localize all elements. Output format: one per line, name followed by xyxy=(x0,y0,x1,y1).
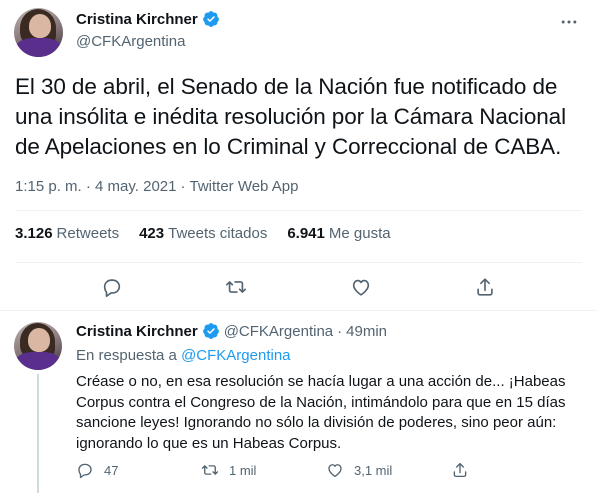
thread-line xyxy=(37,374,39,493)
retweets-count: 3.126 xyxy=(15,225,53,242)
tweet-thread: Cristina Kirchner @CFKArgentina El 30 de… xyxy=(0,0,597,493)
reply-button[interactable]: 47 xyxy=(76,461,201,479)
tweet-stats: 3.126 Retweets 423 Tweets citados 6.941 … xyxy=(15,225,391,242)
divider xyxy=(0,310,597,311)
retweet-icon[interactable] xyxy=(225,276,247,298)
share-icon xyxy=(453,462,467,478)
source-app-link[interactable]: Twitter Web App xyxy=(189,178,298,195)
tweet-timestamp[interactable]: 1:15 p. m. · 4 may. 2021 xyxy=(15,178,176,195)
avatar[interactable] xyxy=(14,8,63,57)
retweets-stat[interactable]: 3.126 Retweets xyxy=(15,225,119,242)
reply-icon xyxy=(78,463,92,479)
meta-separator: · xyxy=(337,322,343,340)
divider xyxy=(15,262,582,263)
tweet-time[interactable]: 49min xyxy=(346,323,387,340)
reply-icon[interactable] xyxy=(101,276,123,298)
retweet-icon xyxy=(201,465,219,475)
more-options-icon[interactable] xyxy=(559,12,579,32)
quotes-label: Tweets citados xyxy=(168,225,268,242)
avatar[interactable] xyxy=(14,322,62,370)
avatar-face xyxy=(28,327,51,352)
like-icon[interactable] xyxy=(350,276,372,298)
retweet-button[interactable]: 1 mil xyxy=(201,461,326,479)
verified-badge-icon xyxy=(202,323,219,339)
reply-header: Cristina Kirchner @CFKArgentina · 49min xyxy=(76,322,387,340)
quotes-stat[interactable]: 423 Tweets citados xyxy=(139,225,267,242)
like-button[interactable]: 3,1 mil xyxy=(326,461,451,479)
likes-label: Me gusta xyxy=(328,225,391,242)
reply-actions: 47 1 mil 3,1 mil xyxy=(76,458,576,482)
in-reply-mention-link[interactable]: @CFKArgentina xyxy=(181,347,290,364)
likes-stat[interactable]: 6.941 Me gusta xyxy=(287,225,390,242)
in-reply-prefix: En respuesta a xyxy=(76,347,177,364)
divider xyxy=(15,210,582,211)
verified-badge-icon xyxy=(202,11,219,27)
tweet-text: Créase o no, en esa resolución se hacía … xyxy=(76,373,566,452)
retweet-count: 1 mil xyxy=(229,462,257,478)
quotes-count: 423 xyxy=(139,225,165,242)
reply-count: 47 xyxy=(104,462,119,478)
author-name-row[interactable]: Cristina Kirchner xyxy=(76,10,220,28)
retweets-label: Retweets xyxy=(56,225,120,242)
in-reply-to: En respuesta a @CFKArgentina xyxy=(76,347,291,364)
avatar-body xyxy=(16,351,60,370)
avatar-body xyxy=(16,38,61,57)
share-icon[interactable] xyxy=(474,276,496,298)
meta-separator: · xyxy=(180,178,186,195)
tweet-text: El 30 de abril, el Senado de la Nación f… xyxy=(15,74,566,159)
likes-count: 6.941 xyxy=(287,225,325,242)
author-name[interactable]: Cristina Kirchner xyxy=(76,323,198,340)
avatar-face xyxy=(28,13,52,39)
like-count: 3,1 mil xyxy=(354,462,393,478)
author-handle[interactable]: @CFKArgentina xyxy=(224,323,333,340)
tweet-meta: 1:15 p. m. · 4 may. 2021 · Twitter Web A… xyxy=(15,178,298,195)
like-icon xyxy=(328,464,342,478)
author-name[interactable]: Cristina Kirchner xyxy=(76,11,198,28)
tweet-actions xyxy=(0,270,597,304)
author-handle[interactable]: @CFKArgentina xyxy=(76,33,185,50)
share-button[interactable] xyxy=(451,461,576,479)
